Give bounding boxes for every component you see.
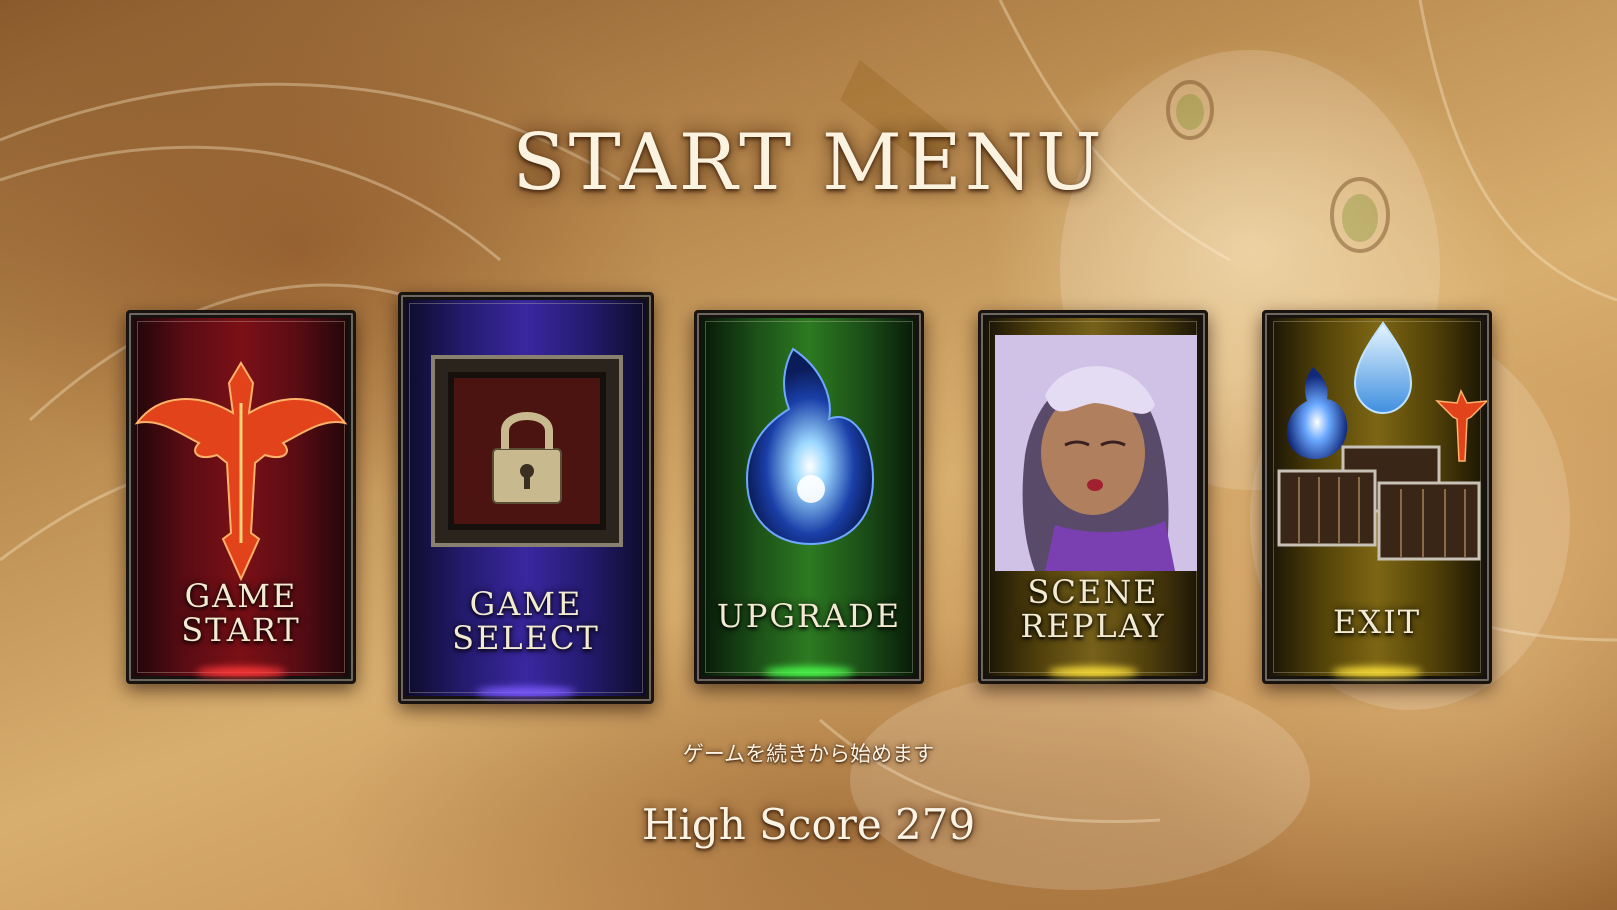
upgrade-label: UPGRADE xyxy=(697,599,921,633)
game-select-label: GAME SELECT xyxy=(401,587,651,655)
upgrade-glow xyxy=(764,667,854,677)
game-select-card[interactable]: GAME SELECT xyxy=(398,292,654,704)
high-score: High Score 279 xyxy=(641,800,976,849)
scene-replay-label-line1: SCENE xyxy=(1027,573,1159,611)
exit-card[interactable]: EXIT xyxy=(1262,310,1492,684)
scene-replay-label: SCENE REPLAY xyxy=(981,575,1205,643)
treasure-chests-icon xyxy=(1277,321,1487,561)
scene-replay-glow xyxy=(1048,667,1138,677)
exit-glow xyxy=(1332,667,1422,677)
upgrade-card[interactable]: UPGRADE xyxy=(694,310,924,684)
game-start-label-line1: GAME xyxy=(184,577,298,615)
game-select-label-line2: SELECT xyxy=(452,619,600,657)
scene-replay-card[interactable]: SCENE REPLAY xyxy=(978,310,1208,684)
game-select-label-line1: GAME xyxy=(469,585,583,623)
blue-crystal-icon xyxy=(745,347,875,546)
scene-replay-label-line2: REPLAY xyxy=(1020,607,1166,645)
exit-label: EXIT xyxy=(1265,605,1489,639)
hint-text: ゲームを続きから始めます xyxy=(682,742,935,766)
menu-title: START MENU xyxy=(512,118,1105,208)
character-portrait xyxy=(995,335,1197,571)
game-start-glow xyxy=(196,667,286,677)
locked-frame-icon xyxy=(431,355,623,547)
upgrade-label-line1: UPGRADE xyxy=(716,597,902,635)
dragon-icon xyxy=(134,361,348,582)
game-select-glow xyxy=(476,687,576,697)
game-start-label-line2: START xyxy=(181,611,301,649)
game-start-label: GAME START xyxy=(129,579,353,647)
exit-label-line1: EXIT xyxy=(1332,603,1422,641)
game-start-card[interactable]: GAME START xyxy=(126,310,356,684)
